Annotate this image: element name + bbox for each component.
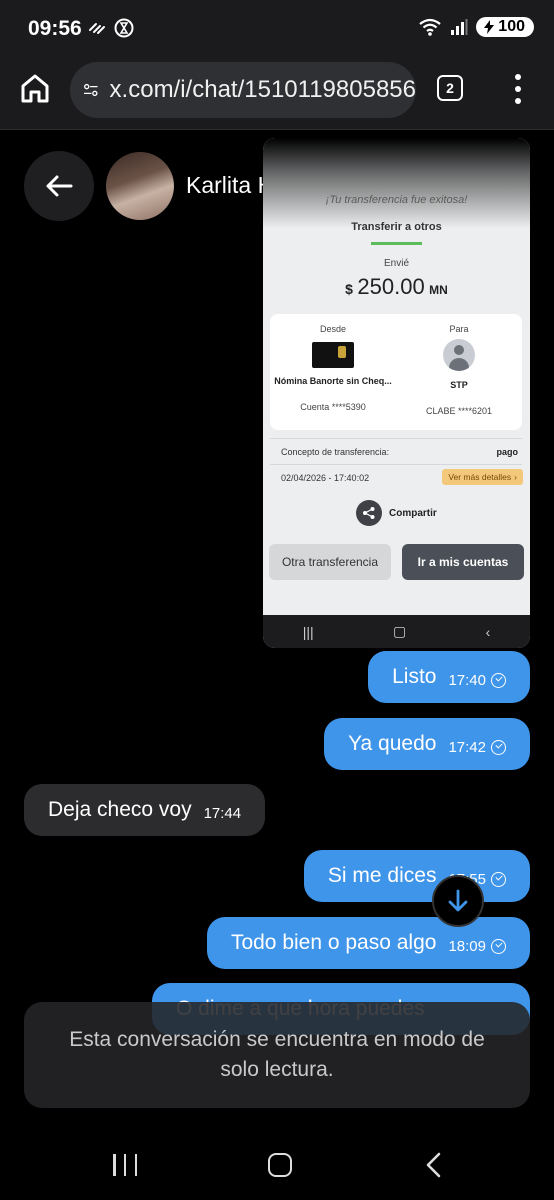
home-button[interactable] [17,70,53,106]
readonly-notice: Esta conversación se encuentra en modo d… [24,1002,530,1108]
other-transfer-button: Otra transferencia [269,544,391,580]
scroll-to-bottom-button[interactable] [432,875,484,927]
status-time: 09:56 [28,17,82,40]
details-button: Ver más detalles › [442,469,523,485]
battery-level: 100 [498,18,525,35]
back-nav-button[interactable] [424,1152,444,1183]
system-nav-bar [0,1128,554,1200]
message-bubble-received[interactable]: Deja checo voy 17:44 [24,784,266,836]
address-bar[interactable]: x.com/i/chat/1510119805856 [70,62,416,118]
cell-signal-icon [451,19,468,35]
currency-symbol: $ [345,281,353,297]
message-text: Todo bien o paso algo [230,931,437,954]
tab-switcher-button[interactable]: 2 [437,75,463,101]
read-check-icon [491,739,506,755]
message-time: 17:44 [203,804,242,822]
url-text: x.com/i/chat/1510119805856 [109,76,416,103]
transfer-datetime: 02/04/2026 - 17:40:02 [281,473,370,483]
transfer-subtitle: Transferir a otros [351,221,442,233]
back-button[interactable] [24,151,94,221]
to-column: Para STP CLABE ****6201 [396,324,522,416]
home-icon [21,74,49,103]
home-nav-button[interactable] [268,1153,292,1177]
image-top-gradient [263,138,530,228]
transfer-amount: $ 250.00 MN [263,274,530,300]
message-bubble-sent[interactable]: Si me dices 17:55 [303,850,530,902]
menu-dot [515,74,521,80]
subtitle-underline [371,242,422,245]
chevron-right-icon: › [514,472,517,482]
wifi-icon [419,18,441,36]
share-icon [356,500,382,526]
charging-icon [484,20,495,34]
from-account-name: Nómina Banorte sin Cheq... [274,376,392,386]
sent-label: Envié [383,258,409,269]
browser-toolbar: x.com/i/chat/1510119805856 2 [0,58,554,130]
shared-image[interactable]: ¡Tu transferencia fue exitosa! Transferi… [263,138,530,648]
read-check-icon [491,672,506,688]
menu-dot [515,98,521,104]
status-bar: 09:56 100 [0,0,554,58]
share-label: Compartir [389,508,437,519]
from-account-number: Cuenta ****5390 [300,402,366,412]
arrow-down-icon [448,889,468,912]
message-time: 18:09 [448,937,486,955]
chevron-left-icon [426,1152,441,1178]
details-button-label: Ver más detalles [448,472,512,482]
message-time: 17:42 [448,738,486,756]
recents-button[interactable] [113,1154,137,1176]
status-system-icons: 100 [418,17,534,37]
read-check-icon [491,938,506,954]
message-text: Deja checo voy [48,798,192,821]
signal-activity-icon [89,23,105,34]
divider [270,438,522,439]
arrow-left-icon [46,175,73,197]
my-accounts-button: Ir a mis cuentas [402,544,524,580]
message-text: Listo [392,665,437,688]
message-meta: 18:09 [448,938,506,955]
status-notification-icons [88,18,134,38]
accounts-card: Desde Nómina Banorte sin Cheq... Cuenta … [270,314,522,430]
currency-code: MN [429,283,448,297]
home-circle-icon: ▢ [393,623,407,639]
message-text: Ya quedo [348,732,437,755]
bank-card-icon [312,342,354,368]
site-settings-icon[interactable] [82,77,100,103]
transfer-success-title: ¡Tu transferencia fue exitosa! [325,194,468,206]
message-bubble-sent[interactable]: Ya quedo 17:42 [324,718,530,770]
message-bubble-sent[interactable]: Listo 17:40 [368,651,530,703]
battery-indicator: 100 [476,17,534,37]
screenshot-nav-bar: ||| ▢ ‹ [263,615,530,648]
read-check-icon [491,871,506,887]
hourglass-icon [114,18,134,38]
person-icon [443,339,475,371]
to-account-number: CLABE ****6201 [425,406,493,416]
message-meta: 17:44 [204,805,242,822]
from-label: Desde [319,324,346,334]
amount-value: 250.00 [357,274,425,299]
concept-label: Concepto de transferencia: [281,447,390,457]
recents-icon: ||| [302,623,314,640]
message-meta: 17:40 [448,672,506,689]
from-column: Desde Nómina Banorte sin Cheq... Cuenta … [270,324,396,412]
to-account-name: STP [450,380,468,390]
menu-dot [515,86,521,92]
message-bubble-sent[interactable]: Todo bien o paso algo 18:09 [206,917,530,969]
message-meta: 17:42 [448,739,506,756]
message-text: Si me dices [327,864,437,887]
contact-avatar[interactable] [106,152,174,220]
browser-menu-button[interactable] [508,74,528,104]
message-time: 17:40 [448,671,486,689]
to-label: Para [449,324,469,334]
divider [270,464,522,465]
concept-value: pago [496,447,519,457]
back-chevron-icon: ‹ [485,623,491,640]
